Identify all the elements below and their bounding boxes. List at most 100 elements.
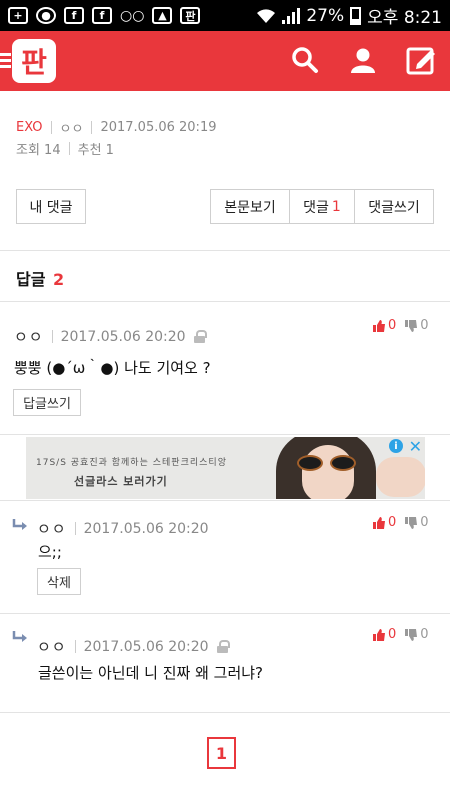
dislike-count: 0 — [420, 318, 429, 333]
ad-headline: 17S/S 공효진과 함께하는 스테판크리스티앙 — [36, 458, 227, 468]
delete-button[interactable]: 삭제 — [37, 568, 81, 595]
dislike-button[interactable]: 0 — [404, 515, 429, 530]
comment-datetime: 2017.05.06 20:20 — [60, 328, 186, 345]
thumbs-down-icon — [405, 516, 418, 529]
comment-author: ㅇㅇ — [37, 638, 67, 656]
facebook-icon: f — [64, 7, 84, 24]
ad-model-arm — [376, 457, 425, 497]
ad-model-face — [302, 445, 354, 499]
recommend-count: 추천 1 — [77, 142, 114, 158]
write-comment-button[interactable]: 댓글쓰기 — [354, 189, 434, 224]
recording-icon: ● — [36, 7, 56, 24]
write-comment-label: 댓글쓰기 — [368, 199, 420, 216]
sunglasses-icon — [330, 455, 356, 471]
comments-count: 1 — [331, 198, 341, 215]
section-divider — [0, 434, 450, 435]
pann-app-icon: 판 — [180, 7, 201, 24]
category-link[interactable]: EXO — [16, 120, 43, 135]
comment-votes: 0 0 — [372, 627, 429, 642]
like-button[interactable]: 0 — [372, 515, 396, 530]
thumbs-down-icon — [405, 628, 418, 641]
reply-arrow-icon — [12, 519, 27, 530]
comment-text: 글쓴이는 아닌데 니 진짜 왜 그러냐? — [38, 664, 264, 682]
comment-votes: 0 0 — [372, 515, 429, 530]
lock-icon — [216, 640, 230, 653]
section-divider — [0, 500, 450, 501]
meta-divider — [51, 330, 53, 343]
view-article-button[interactable]: 본문보기 — [210, 189, 290, 224]
wifi-icon — [257, 8, 276, 23]
comment-text: 으;; — [38, 543, 62, 561]
author-name: ㅇㅇ — [59, 121, 84, 137]
pann-logo[interactable]: 판 — [12, 39, 56, 83]
reply-write-button[interactable]: 답글쓰기 — [13, 389, 81, 416]
meta-divider — [91, 120, 93, 134]
dislike-button[interactable]: 0 — [404, 318, 429, 333]
ad-info-icon[interactable]: i — [389, 439, 403, 453]
comment-meta: ㅇㅇ 2017.05.06 20:20 — [14, 326, 207, 347]
meta-divider — [74, 522, 76, 535]
delete-label: 삭제 — [47, 576, 71, 591]
lock-icon — [193, 330, 207, 343]
article-datetime: 2017.05.06 20:19 — [100, 119, 217, 135]
thumbs-up-icon — [373, 516, 385, 529]
dislike-count: 0 — [420, 515, 429, 530]
write-icon[interactable] — [404, 43, 438, 77]
ad-close-icon[interactable]: ✕ — [409, 437, 422, 456]
comment-datetime: 2017.05.06 20:20 — [83, 520, 209, 537]
meta-divider — [50, 120, 52, 134]
facebook-icon-2: f — [92, 7, 112, 24]
comments-label: 댓글 — [303, 199, 329, 216]
signal-icon — [282, 7, 301, 24]
comment-meta: ㅇㅇ 2017.05.06 20:20 — [37, 518, 209, 539]
meta-divider — [74, 640, 76, 653]
thumbs-down-icon — [405, 319, 418, 332]
comment-author: ㅇㅇ — [14, 328, 44, 346]
dislike-count: 0 — [420, 627, 429, 642]
section-divider — [0, 250, 450, 251]
section-divider — [0, 613, 450, 614]
glasses-icon: ○○ — [120, 7, 145, 24]
status-bar: + ● f f ○○ ▲ 판 27% 오후 8:21 — [0, 0, 450, 31]
page-number-current[interactable]: 1 — [207, 737, 236, 769]
view-count: 조회 14 — [16, 142, 61, 158]
section-divider — [0, 712, 450, 713]
clock: 오후 8:21 — [367, 8, 442, 28]
sunglasses-icon — [297, 455, 323, 471]
message-icon: + — [8, 7, 28, 24]
ad-cta: 선글라스 보러가기 — [74, 475, 168, 488]
view-article-label: 본문보기 — [224, 199, 276, 216]
search-icon[interactable] — [288, 43, 322, 77]
replies-label: 답글 — [16, 270, 46, 289]
menu-icon[interactable] — [0, 53, 11, 71]
like-button[interactable]: 0 — [372, 318, 396, 333]
reply-arrow-icon — [12, 631, 27, 642]
comments-button[interactable]: 댓글 1 — [289, 189, 355, 224]
battery-percent: 27% — [306, 5, 345, 26]
article-meta: EXO ㅇㅇ 2017.05.06 20:19 조회 14 추천 1 — [16, 117, 216, 158]
like-button[interactable]: 0 — [372, 627, 396, 642]
battery-icon — [350, 6, 362, 25]
my-comments-label: 내 댓글 — [29, 199, 73, 216]
comment-text: 뿡뿡 (●´ω｀●) 나도 기여오 ? — [14, 359, 211, 377]
comment-author: ㅇㅇ — [37, 520, 67, 538]
like-count: 0 — [388, 627, 397, 642]
thumbs-up-icon — [373, 319, 385, 332]
section-divider — [0, 301, 450, 302]
image-icon: ▲ — [152, 7, 173, 24]
like-count: 0 — [388, 515, 397, 530]
my-comments-button[interactable]: 내 댓글 — [16, 189, 86, 224]
thumbs-up-icon — [373, 628, 385, 641]
comment-votes: 0 0 — [372, 318, 429, 333]
comment-meta: ㅇㅇ 2017.05.06 20:20 — [37, 636, 230, 657]
like-count: 0 — [388, 318, 397, 333]
ad-banner[interactable]: 17S/S 공효진과 함께하는 스테판크리스티앙 선글라스 보러가기 i ✕ — [26, 437, 425, 499]
replies-count: 2 — [53, 270, 65, 289]
app-header: 판 — [0, 31, 450, 91]
dislike-button[interactable]: 0 — [404, 627, 429, 642]
comment-datetime: 2017.05.06 20:20 — [83, 638, 209, 655]
replies-header: 답글 2 — [16, 266, 64, 290]
reply-write-label: 답글쓰기 — [23, 397, 71, 412]
user-icon[interactable] — [346, 43, 380, 77]
meta-divider — [68, 141, 70, 155]
